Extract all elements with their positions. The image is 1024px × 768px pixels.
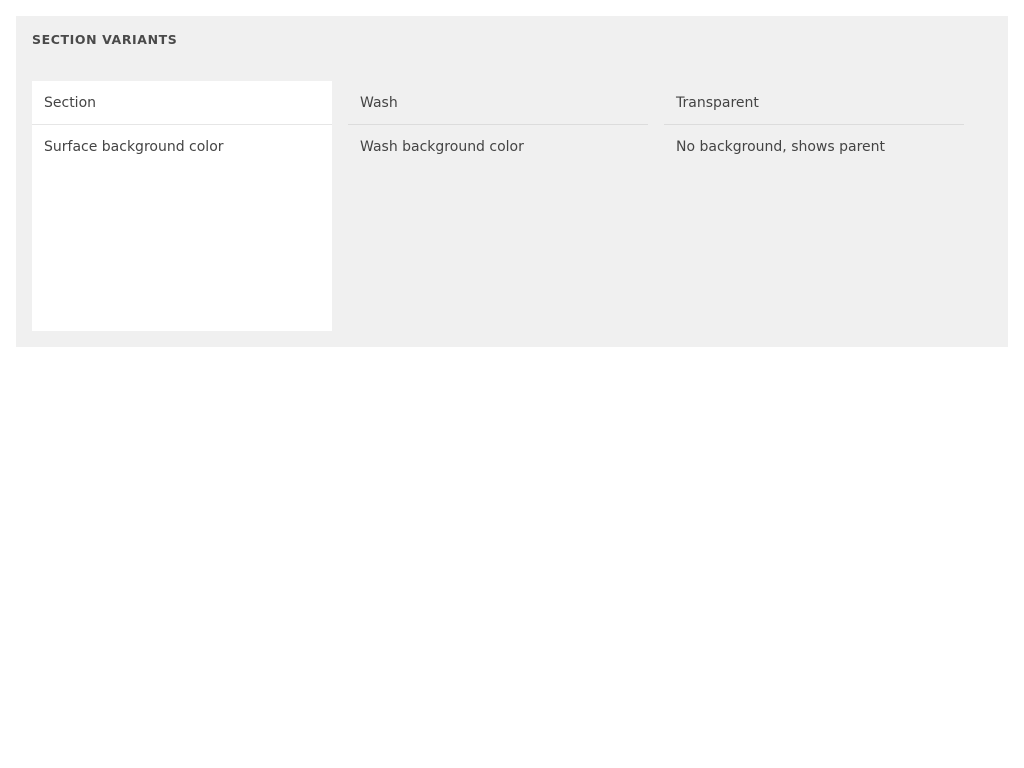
section-variants-panel: SECTION VARIANTS Section Surface backgro…: [16, 16, 1008, 347]
transparent-variant-header: Transparent: [664, 81, 964, 125]
section-variant-description: Surface background color: [44, 139, 224, 155]
section-variant-header: Section: [32, 81, 332, 125]
transparent-variant-card: Transparent No background, shows parent: [664, 81, 964, 331]
section-variant-card: Section Surface background color: [32, 81, 332, 331]
panel-title: SECTION VARIANTS: [32, 32, 178, 47]
wash-variant-card: Wash Wash background color: [348, 81, 648, 331]
wash-variant-header: Wash: [348, 81, 648, 125]
wash-variant-description: Wash background color: [360, 139, 524, 155]
transparent-variant-description: No background, shows parent: [676, 139, 886, 155]
